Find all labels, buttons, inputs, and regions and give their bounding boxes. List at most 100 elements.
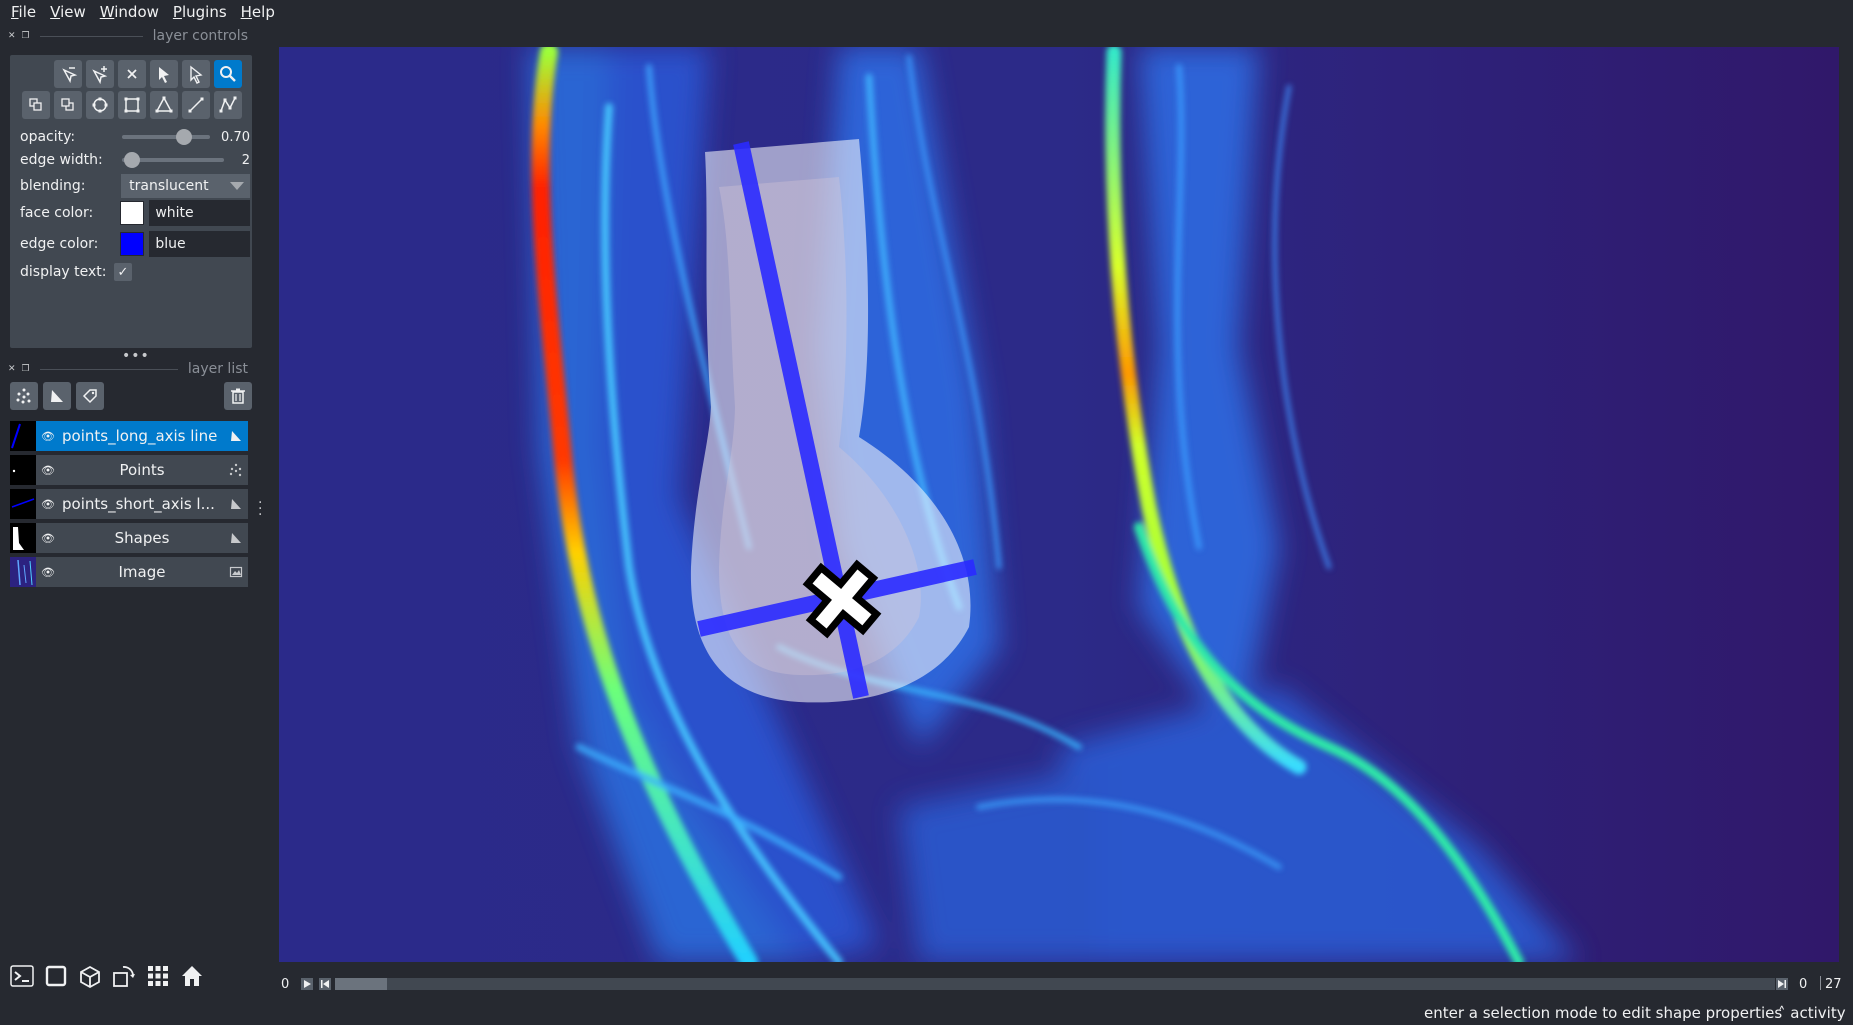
layer-list-resize-handle[interactable]: · · ·: [258, 496, 262, 522]
face-color-input[interactable]: white: [149, 200, 250, 226]
edge-color-swatch[interactable]: [119, 232, 145, 256]
status-bar: enter a selection mode to edit shape pro…: [0, 1000, 1853, 1025]
blending-value: translucent: [129, 178, 209, 194]
opacity-label: opacity:: [20, 129, 76, 145]
menu-help[interactable]: Help: [234, 3, 282, 21]
visibility-eye-icon[interactable]: 👁: [36, 464, 60, 477]
dims-total-value: 27: [1825, 976, 1842, 992]
edge-width-slider-handle[interactable]: [124, 152, 141, 168]
activity-button[interactable]: ˄ activity: [1778, 1004, 1846, 1022]
rectangle-icon[interactable]: [118, 91, 146, 119]
edge-width-row: edge width: 2: [20, 148, 250, 172]
zoom-icon[interactable]: [214, 60, 242, 88]
step-back-icon[interactable]: [319, 978, 331, 990]
dock-float-icon[interactable]: ❐: [22, 364, 30, 374]
image-icon: [224, 565, 248, 579]
dock-float-icon[interactable]: ❐: [22, 31, 30, 41]
status-message: enter a selection mode to edit shape pro…: [1424, 1004, 1783, 1022]
visibility-eye-icon[interactable]: 👁: [36, 566, 60, 579]
layer-row-shapes[interactable]: 👁 Shapes: [10, 523, 248, 553]
layer-row-points-short-axis-line[interactable]: 👁 points_short_axis l...: [10, 489, 248, 519]
polygon-icon[interactable]: [150, 91, 178, 119]
edge-width-value: 2: [241, 152, 250, 168]
dims-current-value[interactable]: 0: [1799, 977, 1807, 992]
console-icon[interactable]: [8, 962, 36, 990]
dims-start-label: 0: [281, 976, 290, 992]
chevron-down-icon: [230, 182, 244, 190]
add-vertex-icon[interactable]: [86, 60, 114, 88]
edge-color-label: edge color:: [20, 236, 99, 252]
opacity-row: opacity: 0.70: [20, 125, 250, 149]
home-icon[interactable]: [178, 962, 206, 990]
dock-close-icon[interactable]: ✕: [8, 31, 16, 41]
ellipse-icon[interactable]: [86, 91, 114, 119]
viewer-buttons: [8, 962, 206, 990]
path-icon[interactable]: [214, 91, 242, 119]
dims-separator: [1820, 976, 1821, 990]
layer-thumbnail: [10, 489, 36, 519]
layer-thumbnail: [10, 455, 36, 485]
3d-view-icon[interactable]: [76, 962, 104, 990]
layer-row-points[interactable]: 👁 Points: [10, 455, 248, 485]
move-front-icon[interactable]: [54, 91, 82, 119]
step-forward-icon[interactable]: [1776, 978, 1788, 990]
opacity-value: 0.70: [221, 129, 250, 145]
roll-dimensions-icon[interactable]: [110, 962, 138, 990]
line-icon[interactable]: [182, 91, 210, 119]
menu-view[interactable]: View: [43, 3, 93, 21]
remove-last-icon[interactable]: [54, 60, 82, 88]
points-icon: [16, 388, 31, 404]
blending-select[interactable]: translucent: [121, 174, 250, 198]
layer-controls-panel: opacity: 0.70 edge width: 2 blending: tr…: [10, 55, 252, 348]
layer-name[interactable]: Shapes: [60, 529, 224, 547]
visibility-eye-icon[interactable]: 👁: [36, 532, 60, 545]
dims-slider: 0 0 27: [279, 974, 1842, 994]
edge-width-label: edge width:: [20, 152, 103, 168]
display-text-checkbox[interactable]: ✓: [114, 263, 132, 281]
layer-controls-dock-title: ✕ ❐ layer controls: [8, 26, 248, 46]
opacity-slider-handle[interactable]: [175, 129, 192, 145]
dims-slider-handle[interactable]: [335, 978, 387, 990]
menu-file[interactable]: File: [4, 3, 43, 21]
new-labels-layer-button[interactable]: [76, 382, 104, 410]
delete-icon[interactable]: [118, 60, 146, 88]
move-back-icon[interactable]: [22, 91, 50, 119]
menu-window[interactable]: Window: [93, 3, 166, 21]
direct-select-icon[interactable]: [182, 60, 210, 88]
layer-row-points-long-axis-line[interactable]: 👁 points_long_axis line: [10, 421, 248, 451]
layer-name[interactable]: Points: [60, 461, 224, 479]
viewer-canvas[interactable]: [279, 47, 1839, 962]
select-icon[interactable]: [150, 60, 178, 88]
dock-close-icon[interactable]: ✕: [8, 364, 16, 374]
face-color-swatch[interactable]: [119, 201, 145, 225]
new-points-layer-button[interactable]: [10, 382, 38, 410]
opacity-slider[interactable]: [122, 129, 210, 145]
points-icon: [224, 463, 248, 477]
new-shapes-layer-button[interactable]: [43, 382, 71, 410]
layer-name[interactable]: Image: [60, 563, 224, 581]
layer-name[interactable]: points_long_axis line: [60, 427, 224, 445]
display-text-row: display text: ✓: [20, 260, 250, 284]
layer-row-image[interactable]: 👁 Image: [10, 557, 248, 587]
play-icon[interactable]: [301, 978, 314, 990]
face-color-row: face color: white: [20, 200, 250, 226]
edge-color-input[interactable]: blue: [149, 231, 250, 257]
display-text-label: display text:: [20, 264, 107, 280]
delete-layer-button[interactable]: [224, 382, 252, 410]
visibility-eye-icon[interactable]: 👁: [36, 430, 60, 443]
checkmark-icon: ✓: [117, 264, 129, 280]
grid-icon[interactable]: [144, 962, 172, 990]
menu-plugins[interactable]: Plugins: [166, 3, 234, 21]
visibility-eye-icon[interactable]: 👁: [36, 498, 60, 511]
layer-name[interactable]: points_short_axis l...: [60, 495, 224, 513]
square-view-icon[interactable]: [42, 962, 70, 990]
edge-width-slider[interactable]: [122, 152, 224, 168]
trash-icon: [231, 388, 245, 404]
layer-list-dock-title: ✕ ❐ layer list: [8, 359, 248, 379]
blending-row: blending: translucent: [20, 174, 250, 198]
label-tag-icon: [82, 389, 97, 404]
activity-label: activity: [1790, 1004, 1846, 1022]
layer-thumbnail: [10, 421, 36, 451]
dims-slider-track[interactable]: [335, 978, 1775, 990]
chevron-up-icon: ˄: [1778, 1004, 1786, 1022]
